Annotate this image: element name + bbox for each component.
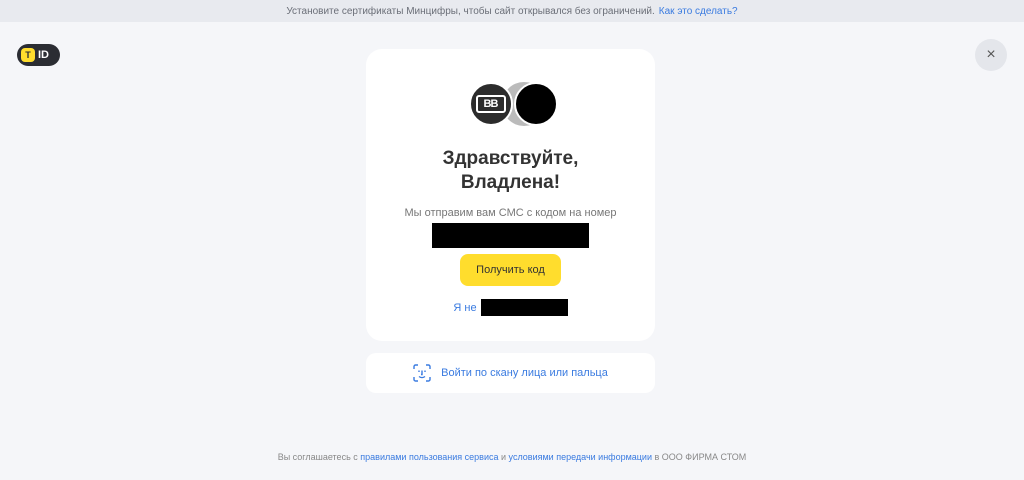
face-login-label: Войти по скану лица или пальца [441, 367, 608, 379]
greeting-heading: Здравствуйте, Владлена! [443, 147, 579, 195]
t-id-logo[interactable]: T ID [17, 44, 60, 66]
data-transfer-terms-link[interactable]: условиями передачи информации [509, 452, 652, 462]
sms-hint: Мы отправим вам СМС с кодом на номер [404, 207, 617, 219]
banner-link[interactable]: Как это сделать? [659, 6, 738, 17]
not-me-label: Я не [453, 301, 477, 314]
account-avatars: BB [466, 82, 558, 130]
greeting-line-2: Владлена! [460, 172, 561, 193]
footer-suffix: в ООО ФИРМА СТОМ [654, 452, 747, 462]
face-scan-icon [413, 364, 431, 382]
face-login-button[interactable]: Войти по скану лица или пальца [366, 353, 655, 393]
footer-middle: и [501, 452, 507, 462]
close-icon: × [986, 46, 996, 63]
footer-prefix: Вы соглашаетесь с [277, 452, 358, 462]
banner-text: Установите сертификаты Минцифры, чтобы с… [286, 5, 655, 17]
not-me-link[interactable]: Я не [453, 299, 568, 316]
get-code-button[interactable]: Получить код [460, 254, 561, 286]
avatar-monogram: BB [475, 95, 506, 113]
close-button[interactable]: × [975, 39, 1007, 71]
login-card: BB Здравствуйте, Владлена! Мы отправим в… [366, 49, 655, 341]
logo-mark-icon: T [21, 48, 35, 62]
name-redacted [480, 299, 568, 316]
logo-text: ID [38, 49, 49, 61]
terms-footer: Вы соглашаетесь с правилами пользования … [0, 452, 1024, 462]
avatar-user-redacted [513, 82, 558, 126]
greeting-line-1: Здравствуйте, [442, 148, 579, 169]
phone-number-redacted [432, 223, 589, 248]
terms-of-use-link[interactable]: правилами пользования сервиса [360, 452, 498, 462]
avatar-company: BB [468, 82, 513, 126]
certificate-banner: Установите сертификаты Минцифры, чтобы с… [0, 0, 1024, 22]
